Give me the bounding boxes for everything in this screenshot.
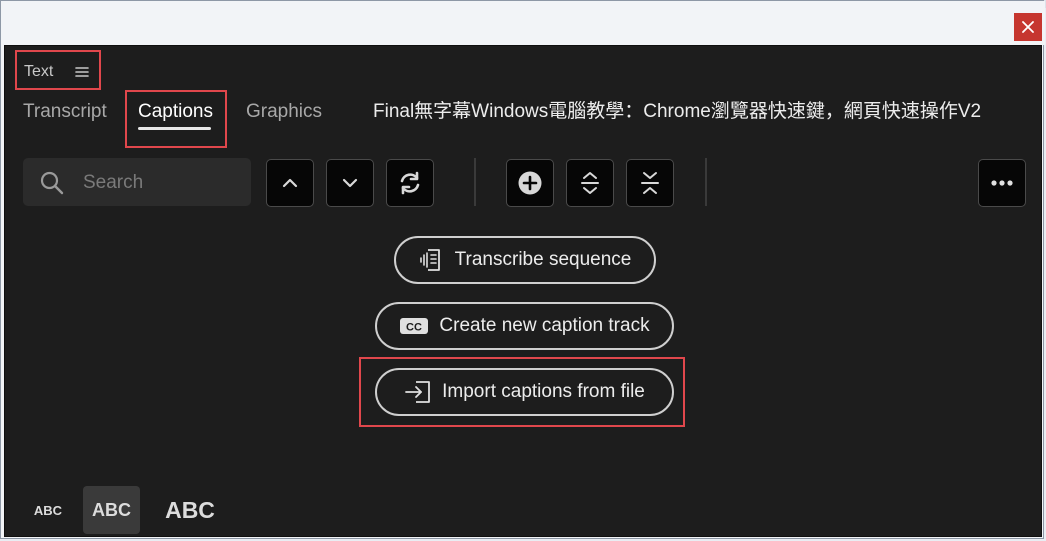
expand-vertical-icon xyxy=(581,172,599,194)
transcribe-label: Transcribe sequence xyxy=(454,249,632,270)
add-circle-icon xyxy=(518,171,542,195)
text-size-label: ABC xyxy=(92,499,131,520)
create-caption-track-button[interactable]: CC Create new caption track xyxy=(375,302,674,350)
tab-label: Transcript xyxy=(23,101,107,122)
refresh-button[interactable] xyxy=(386,159,434,207)
sequence-title: Final無字幕Windows電腦教學：Chrome瀏覽器快速鍵，網頁快速操作V… xyxy=(373,101,982,122)
toolbar-divider xyxy=(474,158,476,206)
search-input[interactable] xyxy=(81,166,245,200)
window-titlebar xyxy=(1,1,1045,45)
text-size-small[interactable]: ABC xyxy=(25,486,71,534)
next-caption-button[interactable] xyxy=(326,159,374,207)
import-captions-button[interactable]: Import captions from file xyxy=(375,368,674,416)
import-label: Import captions from file xyxy=(442,381,645,402)
tab-transcript[interactable]: Transcript xyxy=(23,100,107,130)
more-icon xyxy=(991,180,1013,186)
text-size-label: ABC xyxy=(165,496,215,523)
chevron-down-icon xyxy=(342,178,358,188)
closed-captions-icon: CC xyxy=(400,318,429,334)
toolbar-divider xyxy=(705,158,707,206)
add-caption-button[interactable] xyxy=(506,159,554,207)
create-track-label: Create new caption track xyxy=(439,315,650,336)
collapse-vertical-icon xyxy=(641,172,659,194)
dialog-window: Text Transcript Captions Graphics Final無… xyxy=(0,0,1045,539)
search-box[interactable] xyxy=(23,158,251,206)
active-tab-underline xyxy=(138,127,211,130)
refresh-icon xyxy=(400,171,420,195)
text-size-label: ABC xyxy=(33,502,63,518)
transcribe-icon xyxy=(419,249,440,271)
text-size-medium[interactable]: ABC xyxy=(83,486,140,534)
tab-label: Graphics xyxy=(246,101,323,122)
previous-caption-button[interactable] xyxy=(266,159,314,207)
tab-captions[interactable]: Captions xyxy=(138,100,213,130)
close-icon xyxy=(1022,21,1034,33)
transcribe-sequence-button[interactable]: Transcribe sequence xyxy=(394,236,656,284)
svg-text:CC: CC xyxy=(406,322,422,334)
text-panel: Text Transcript Captions Graphics Final無… xyxy=(4,45,1042,537)
chevron-up-icon xyxy=(282,178,298,188)
tab-graphics[interactable]: Graphics xyxy=(246,100,322,130)
hamburger-menu-icon[interactable] xyxy=(73,64,91,80)
panel-title: Text xyxy=(24,63,54,80)
expand-all-button[interactable] xyxy=(566,159,614,207)
import-icon xyxy=(405,381,431,403)
text-size-large[interactable]: ABC xyxy=(157,486,223,534)
search-icon xyxy=(40,171,64,195)
tab-label: Captions xyxy=(138,101,213,122)
panel-header: Text xyxy=(16,54,100,90)
close-button[interactable] xyxy=(1014,13,1042,41)
collapse-all-button[interactable] xyxy=(626,159,674,207)
more-options-button[interactable] xyxy=(978,159,1026,207)
